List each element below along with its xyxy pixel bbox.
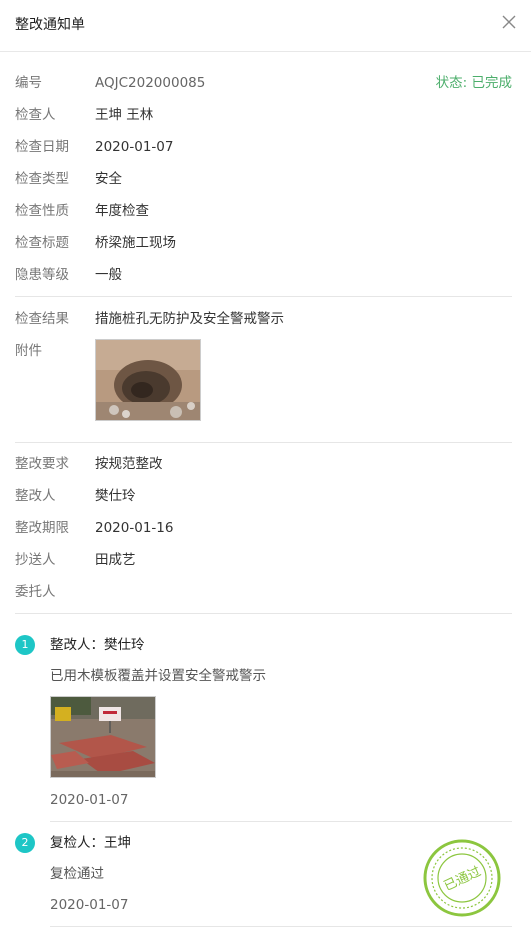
field-value: 2020-01-07: [95, 139, 174, 155]
field-deadline: 整改期限 2020-01-16: [15, 518, 415, 538]
step-number-badge: 2: [15, 833, 35, 853]
attachment-photo[interactable]: [95, 339, 201, 421]
field-label: 检查人: [15, 107, 56, 123]
dialog-header: 整改通知单: [0, 0, 531, 52]
step-date: 2020-01-07: [50, 792, 129, 808]
field-value: 年度检查: [95, 203, 149, 219]
field-label: 检查结果: [15, 311, 69, 327]
field-label: 委托人: [15, 584, 56, 600]
step-title: 复检人：王坤: [50, 835, 131, 851]
field-hazard-level: 隐患等级 一般: [15, 265, 415, 285]
step-description: 已用木模板覆盖并设置安全警戒警示: [50, 668, 266, 684]
field-value: AQJC202000085: [95, 75, 206, 91]
step-photo[interactable]: [50, 696, 156, 778]
field-number: 编号 AQJC202000085: [15, 73, 415, 93]
status-badge: 状态: 已完成: [435, 75, 512, 91]
field-attachment: 附件: [15, 341, 95, 361]
field-label: 整改人: [15, 488, 56, 504]
field-label: 编号: [15, 75, 42, 91]
step-divider: [50, 926, 512, 927]
field-label: 检查标题: [15, 235, 69, 251]
site-photo-image: [51, 697, 155, 777]
field-label: 隐患等级: [15, 267, 69, 283]
step-date: 2020-01-07: [50, 897, 129, 913]
field-inspect-title: 检查标题 桥梁施工现场: [15, 233, 415, 253]
field-label: 附件: [15, 343, 42, 359]
field-value: 安全: [95, 171, 122, 187]
field-inspect-type: 检查类型 安全: [15, 169, 415, 189]
step-number-badge: 1: [15, 635, 35, 655]
field-inspect-nature: 检查性质 年度检查: [15, 201, 415, 221]
section-divider: [15, 442, 512, 443]
approved-stamp-icon: 已通过: [423, 839, 501, 917]
field-value: 王坤 王林: [95, 107, 154, 123]
field-label: 整改要求: [15, 456, 69, 472]
field-value: 田成艺: [95, 552, 136, 568]
close-icon[interactable]: [501, 14, 517, 30]
section-divider: [15, 613, 512, 614]
dialog-title: 整改通知单: [15, 17, 85, 33]
field-label: 检查日期: [15, 139, 69, 155]
field-inspect-date: 检查日期 2020-01-07: [15, 137, 415, 157]
field-label: 整改期限: [15, 520, 69, 536]
field-delegate: 委托人: [15, 582, 415, 602]
field-rectify-requirement: 整改要求 按规范整改: [15, 454, 415, 474]
field-label: 检查类型: [15, 171, 69, 187]
field-label: 检查性质: [15, 203, 69, 219]
field-cc: 抄送人 田成艺: [15, 550, 415, 570]
field-value: 按规范整改: [95, 456, 163, 472]
field-rectifier: 整改人 樊仕玲: [15, 486, 415, 506]
stamp-text: 已通过: [442, 864, 484, 894]
field-value: 2020-01-16: [95, 520, 174, 536]
field-label: 抄送人: [15, 552, 56, 568]
pit-photo-image: [96, 340, 200, 420]
step-divider: [50, 821, 512, 822]
field-inspector: 检查人 王坤 王林: [15, 105, 415, 125]
field-value: 一般: [95, 267, 122, 283]
field-value: 措施桩孔无防护及安全警戒警示: [95, 311, 284, 327]
step-title: 整改人：樊仕玲: [50, 637, 145, 653]
step-description: 复检通过: [50, 866, 104, 882]
section-divider: [15, 296, 512, 297]
field-value: 桥梁施工现场: [95, 235, 176, 251]
field-inspect-result: 检查结果 措施桩孔无防护及安全警戒警示: [15, 309, 505, 329]
field-value: 樊仕玲: [95, 488, 136, 504]
